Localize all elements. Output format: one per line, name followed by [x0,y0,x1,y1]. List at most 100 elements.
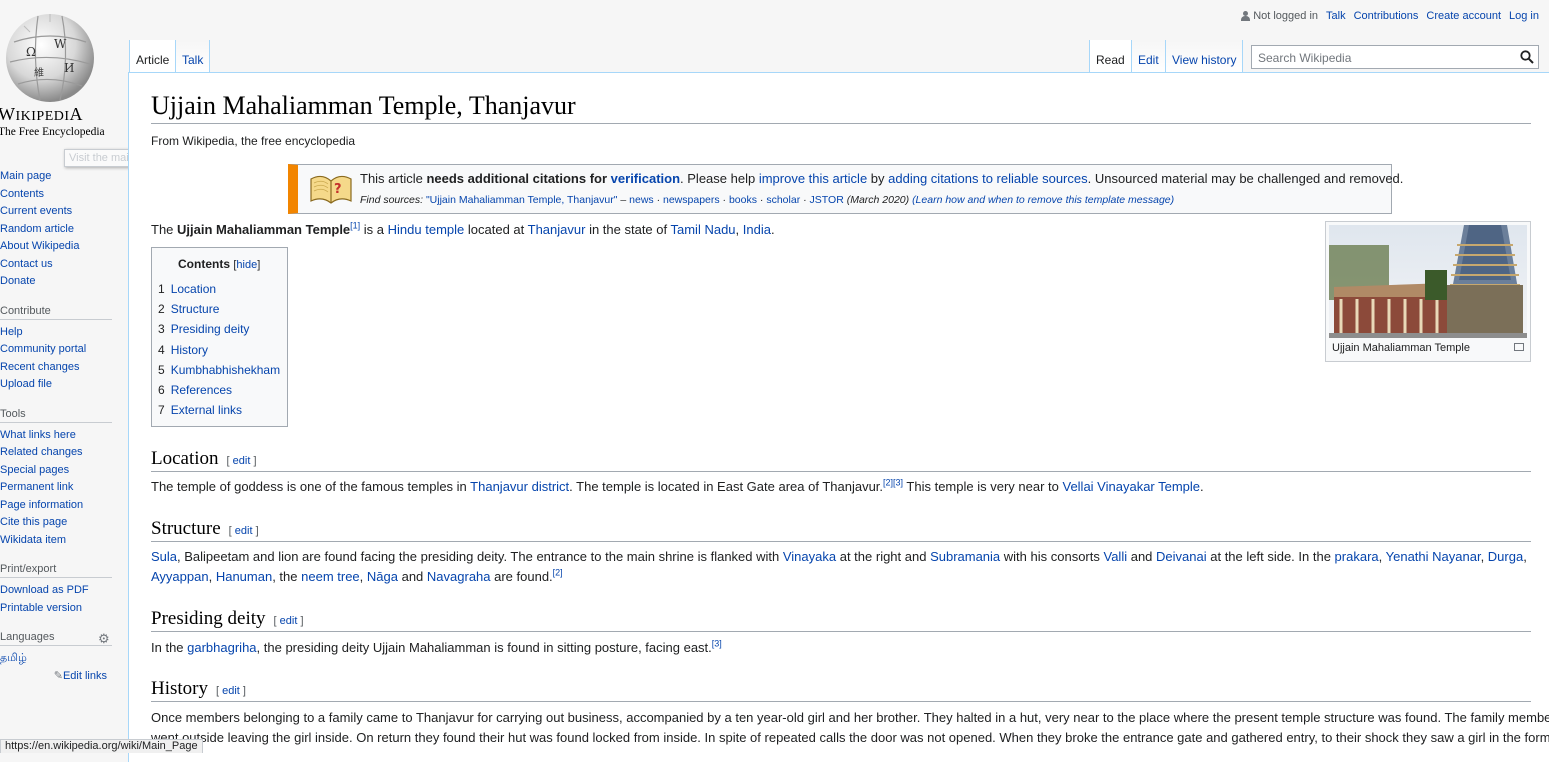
log-in-link[interactable]: Log in [1509,10,1539,22]
wikipedia-logo[interactable]: Ω W И 維 WIKIPEDIA The Free Encyclopedia [0,0,128,150]
talk-link[interactable]: Talk [1326,10,1346,22]
find-scholar-link[interactable]: scholar [766,194,800,206]
sidebar-item-help[interactable]: Help [0,324,128,342]
hanuman-link[interactable]: Hanuman [216,569,272,584]
tab-talk[interactable]: Talk [176,40,211,72]
search-icon[interactable] [1520,50,1534,64]
enlarge-icon[interactable] [1514,343,1524,351]
toc-item[interactable]: 6 References [158,380,280,400]
sidebar-heading-languages: Languages [0,631,112,646]
gear-icon[interactable]: ⚙ [98,631,110,647]
sidebar-item-random-article[interactable]: Random article [0,221,128,239]
hindu-link[interactable]: Hindu [388,222,422,237]
contributions-link[interactable]: Contributions [1354,10,1419,22]
sidebar-item-permanent-link[interactable]: Permanent link [0,479,128,497]
find-books-link[interactable]: books [729,194,757,206]
find-newspapers-link[interactable]: newspapers [663,194,720,206]
tab-edit[interactable]: Edit [1132,40,1166,72]
edit-section-link[interactable]: [ edit ] [229,525,259,537]
sidebar-item-donate[interactable]: Donate [0,273,128,291]
edit-section-link[interactable]: [ edit ] [216,685,246,697]
sula-link[interactable]: Sula [151,549,177,564]
temple-photo[interactable] [1329,225,1527,338]
edit-links-link[interactable]: ✎Edit links [0,668,107,685]
sidebar-item-recent-changes[interactable]: Recent changes [0,359,128,377]
toc-title: Contents [hide] [178,257,261,271]
edit-section-link[interactable]: [ edit ] [227,455,257,467]
tab-view-history[interactable]: View history [1166,40,1244,72]
toc-item[interactable]: 1 Location [158,279,280,299]
sidebar-item-page-information[interactable]: Page information [0,497,128,515]
ref-2[interactable]: [2] [553,568,563,578]
notice-text: This article needs additional citations … [360,171,1404,186]
toc-item[interactable]: 2 Structure [158,299,280,319]
navagraha-link[interactable]: Navagraha [427,569,491,584]
edit-section-link[interactable]: [ edit ] [274,615,304,627]
toc-hide-toggle[interactable]: [hide] [233,259,260,271]
svg-text:?: ? [334,182,342,197]
verification-link[interactable]: verification [611,171,680,186]
toc-item[interactable]: 7 External links [158,400,280,420]
naga-link[interactable]: Nāga [367,569,398,584]
subramania-link[interactable]: Subramania [930,549,1000,564]
sidebar-item-upload-file[interactable]: Upload file [0,376,128,394]
intro-paragraph: The Ujjain Mahaliamman Temple[1] is a Hi… [151,220,775,237]
sidebar-item-contents[interactable]: Contents [0,186,128,204]
vinayaka-link[interactable]: Vinayaka [783,549,836,564]
adding-citations-link[interactable]: adding citations to reliable sources [888,171,1087,186]
durga-link[interactable]: Durga [1488,549,1523,564]
tamil-nadu-link[interactable]: Tamil Nadu [671,222,736,237]
prakara-link[interactable]: prakara [1335,549,1379,564]
ref-1[interactable]: [1] [350,221,360,231]
neem-tree-link[interactable]: neem tree [301,569,360,584]
sidebar-item-language-tamil[interactable]: தமிழ் [0,650,128,668]
find-jstor-link[interactable]: JSTOR [810,194,844,206]
sidebar-item-cite-this-page[interactable]: Cite this page [0,514,128,532]
thanjavur-link[interactable]: Thanjavur [528,222,586,237]
sidebar-item-printable-version[interactable]: Printable version [0,600,128,618]
sidebar-item-main-page[interactable]: Main page [0,168,128,186]
section-heading-structure: Structure[ edit ] [151,518,1531,542]
sidebar-item-wikidata-item[interactable]: Wikidata item [0,532,128,550]
learn-remove-link[interactable]: (Learn how and when to remove this templ… [912,194,1174,206]
sidebar-item-related-changes[interactable]: Related changes [0,444,128,462]
history-paragraph-line1: Once members belonging to a family came … [151,710,1549,725]
ayyappan-link[interactable]: Ayyappan [151,569,209,584]
toc-item[interactable]: 3 Presiding deity [158,319,280,339]
garbhagriha-link[interactable]: garbhagriha [187,640,256,655]
table-of-contents: Contents [hide] 1 Location 2 Structure 3 Pr… [151,247,288,427]
sidebar-item-what-links-here[interactable]: What links here [0,427,128,445]
deity-paragraph: In the garbhagriha, the presiding deity … [151,638,722,655]
sidebar-item-download-pdf[interactable]: Download as PDF [0,582,128,600]
create-account-link[interactable]: Create account [1426,10,1501,22]
sidebar-navigation: Main page Contents Current events Random… [0,168,128,291]
svg-text:W: W [54,37,67,51]
vellai-vinayakar-link[interactable]: Vellai Vinayakar Temple [1062,479,1200,494]
ref-2-3[interactable]: [2][3] [883,478,903,488]
sidebar-item-contact[interactable]: Contact us [0,256,128,274]
india-link[interactable]: India [743,222,771,237]
toc-item[interactable]: 5 Kumbhabhishekham [158,360,280,380]
tab-read[interactable]: Read [1089,40,1132,72]
sidebar-item-current-events[interactable]: Current events [0,203,128,221]
tab-article[interactable]: Article [129,40,177,72]
history-paragraph-line2: went outside leaving the girl inside. On… [151,730,1549,745]
find-news-link[interactable]: news [629,194,654,206]
sidebar-languages: Languages ⚙ தமிழ் ✎Edit links [0,631,128,685]
search-input[interactable] [1256,47,1515,69]
tagline: The Free Encyclopedia [0,126,105,138]
find-sources: Find sources: "Ujjain Mahaliamman Temple… [360,194,1175,206]
temple-link[interactable]: temple [425,222,464,237]
sidebar-item-community-portal[interactable]: Community portal [0,341,128,359]
improve-article-link[interactable]: improve this article [759,171,867,186]
thanjavur-district-link[interactable]: Thanjavur district [470,479,569,494]
yenathi-nayanar-link[interactable]: Yenathi Nayanar [1386,549,1481,564]
ref-3[interactable]: [3] [712,639,722,649]
valli-link[interactable]: Valli [1104,549,1128,564]
toc-item[interactable]: 4 History [158,340,280,360]
sidebar-item-special-pages[interactable]: Special pages [0,462,128,480]
sidebar-heading-contribute: Contribute [0,305,112,320]
find-query-link[interactable]: "Ujjain Mahaliamman Temple, Thanjavur" [426,194,618,206]
sidebar-item-about[interactable]: About Wikipedia [0,238,128,256]
deivanai-link[interactable]: Deivanai [1156,549,1207,564]
